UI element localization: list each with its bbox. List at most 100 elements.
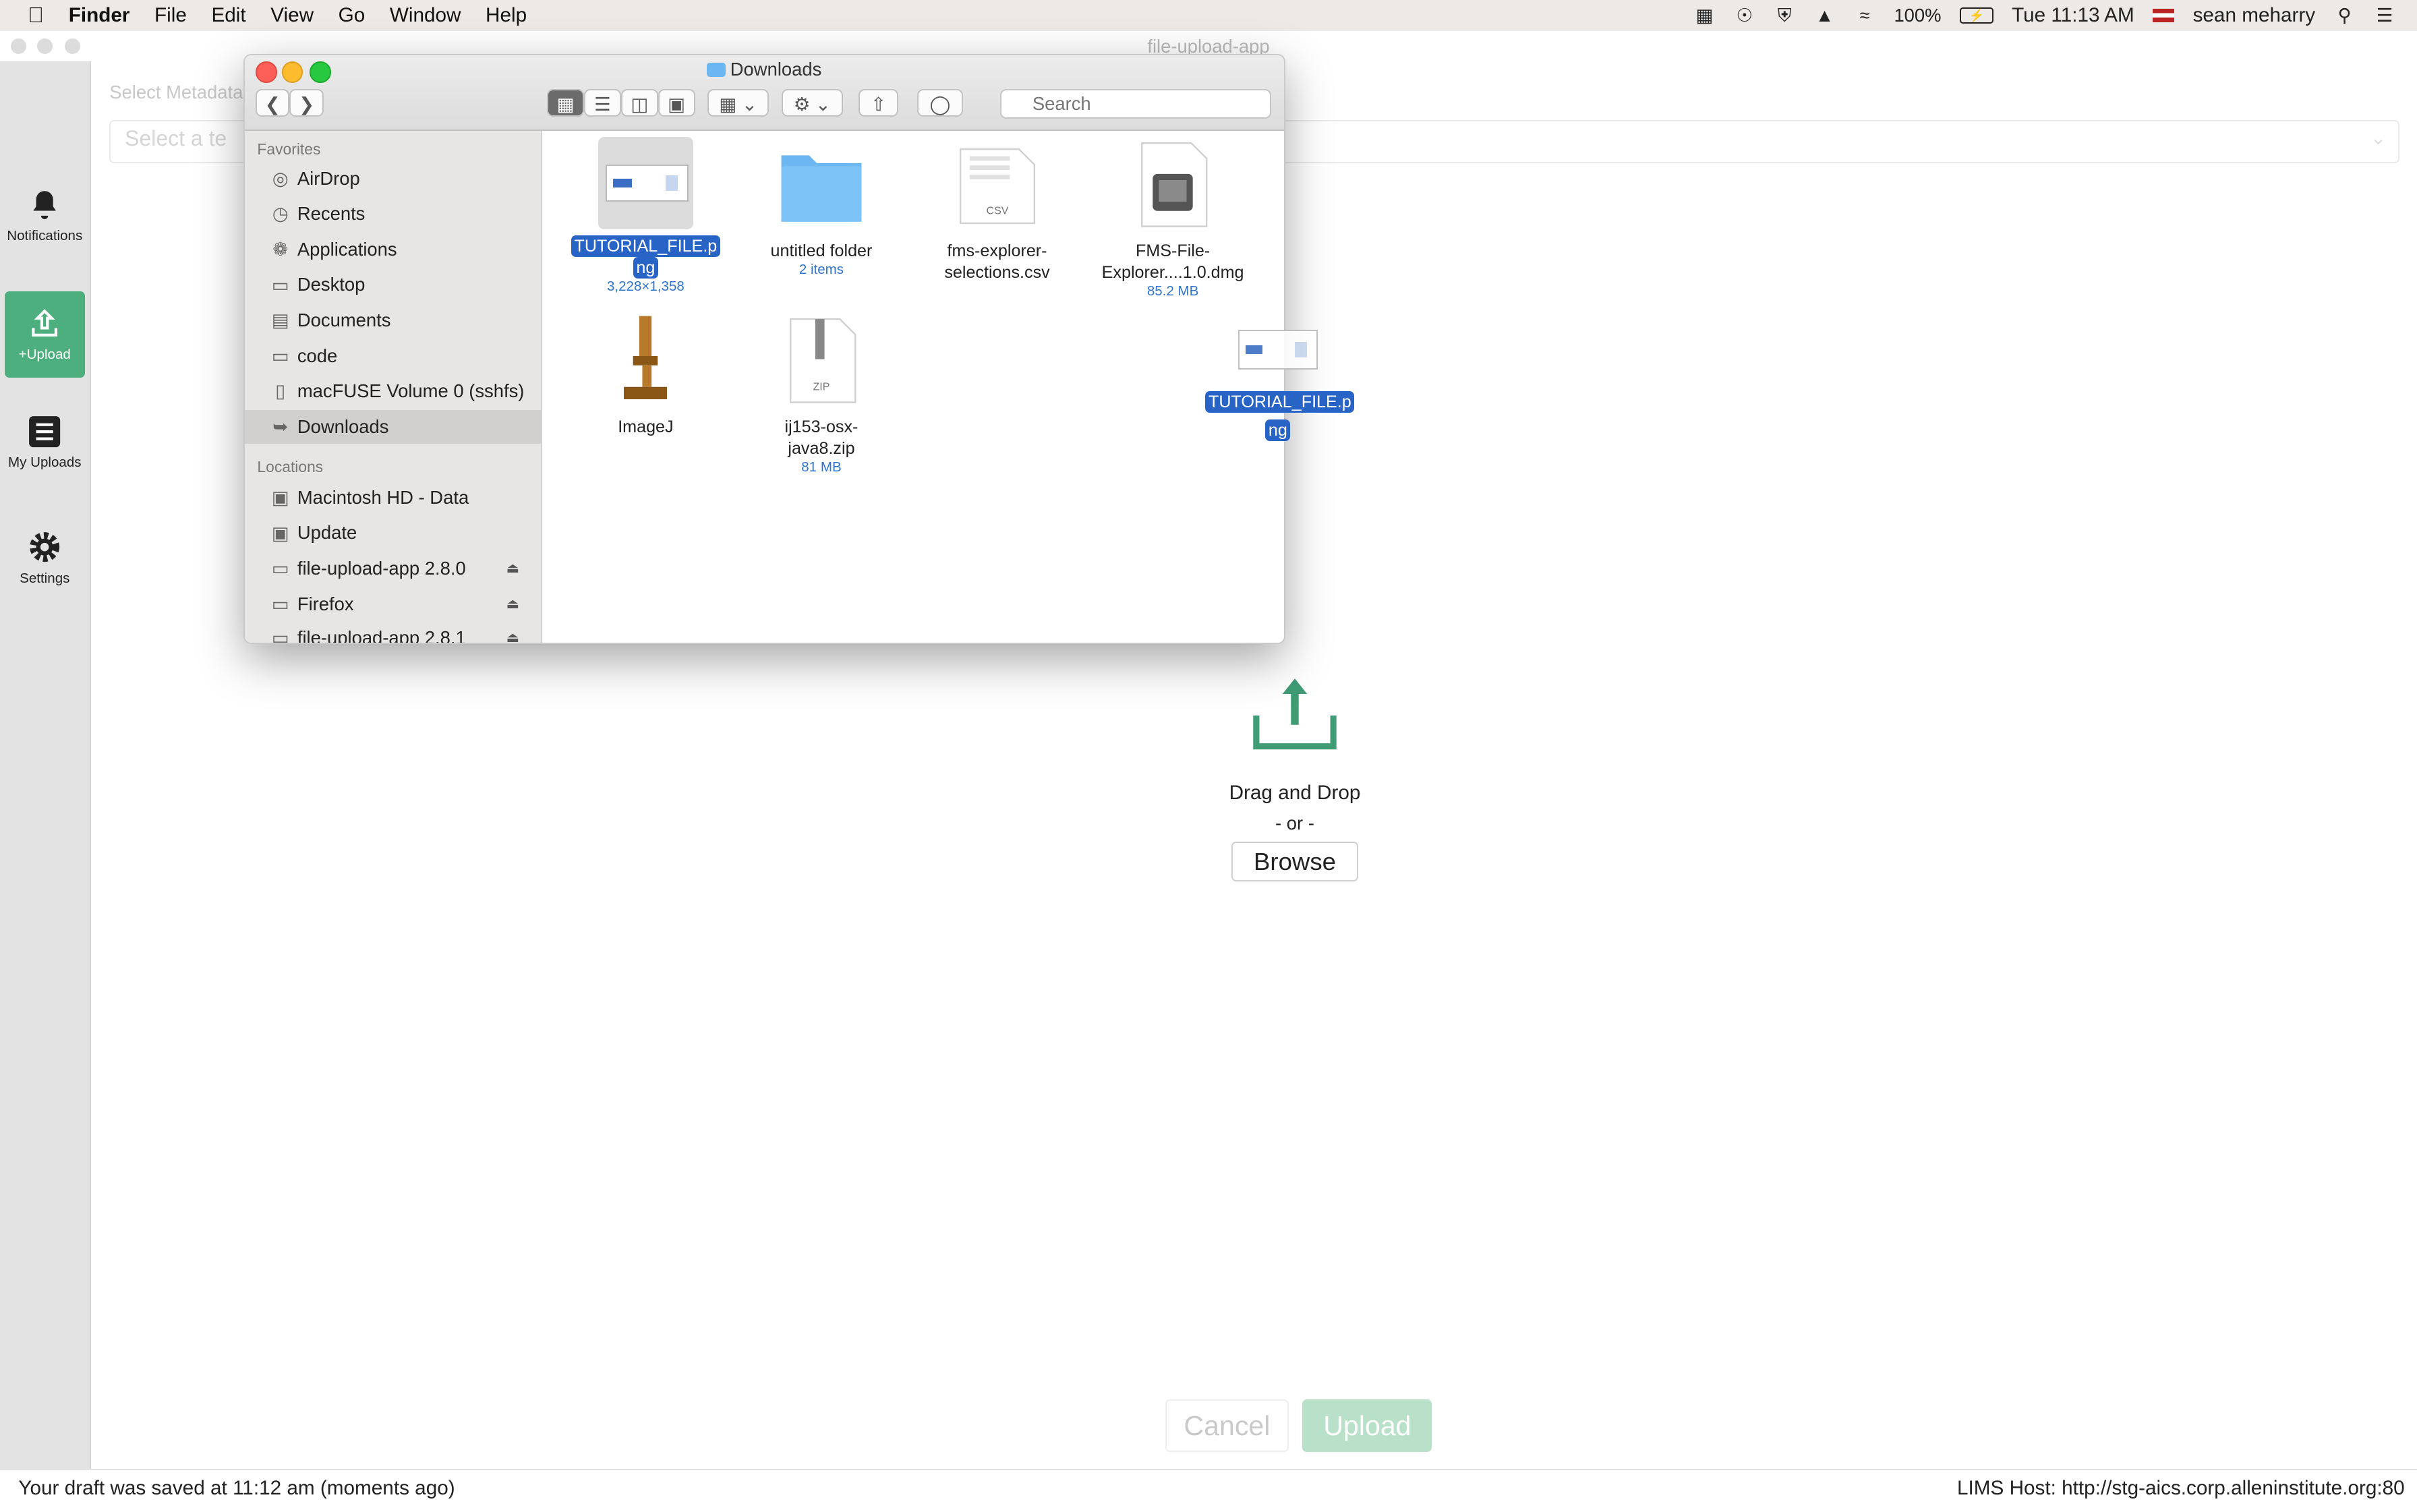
- sidebar-item-downloads[interactable]: ➥ Downloads: [245, 409, 541, 444]
- image-icon: [1237, 330, 1318, 370]
- nav-notifications-label: Notifications: [7, 228, 83, 244]
- menu-window[interactable]: Window: [390, 4, 461, 27]
- gear-icon: [30, 532, 60, 562]
- gallery-view-button[interactable]: ▣: [658, 89, 695, 117]
- sidebar-item-update[interactable]: ▣ Update: [245, 516, 541, 550]
- app-menu[interactable]: Finder: [69, 4, 130, 27]
- sync-icon[interactable]: ☉: [1734, 6, 1755, 24]
- browse-button[interactable]: Browse: [1231, 841, 1358, 882]
- sidebar-item-label: Documents: [297, 309, 391, 330]
- bell-icon: [33, 191, 57, 219]
- menu-view[interactable]: View: [270, 4, 314, 27]
- file-item-untitled-folder[interactable]: untitled folder 2 items: [736, 137, 906, 278]
- csv-badge: CSV: [986, 205, 1008, 216]
- sidebar-item-label: file-upload-app 2.8.0: [297, 557, 466, 579]
- app-minimize-dot[interactable]: [36, 38, 53, 54]
- share-icon: ⇧: [871, 94, 887, 115]
- document-icon: ▤: [271, 310, 289, 331]
- favorites-header: Favorites: [257, 140, 321, 158]
- file-grid: TUTORIAL_FILE.p ng 3,228×1,358 untitled …: [542, 130, 1284, 643]
- tags-button[interactable]: ◯: [916, 89, 964, 117]
- nav-upload[interactable]: +Upload: [4, 291, 85, 378]
- disk-icon: ▭: [271, 593, 289, 614]
- nav-notifications[interactable]: Notifications: [5, 173, 85, 259]
- app-zoom-dot[interactable]: [64, 38, 80, 54]
- sidebar-item-documents[interactable]: ▤ Documents: [245, 303, 541, 337]
- sidebar-item-desktop[interactable]: ▭ Desktop: [245, 268, 541, 301]
- upload-button[interactable]: Upload: [1302, 1399, 1432, 1453]
- file-name: FMS-File-: [1135, 241, 1211, 261]
- disk-icon: ▭: [271, 627, 289, 643]
- file-item-imagej[interactable]: ImageJ: [561, 313, 730, 438]
- spotlight-search-icon[interactable]: ⚲: [2334, 6, 2356, 24]
- file-item-zip[interactable]: ZIP ij153-osx- java8.zip 81 MB: [736, 313, 906, 475]
- list-view-button[interactable]: ☰: [583, 89, 621, 117]
- wifi-icon[interactable]: ≈: [1854, 6, 1875, 24]
- share-button[interactable]: ⇧: [858, 89, 899, 117]
- battery-icon[interactable]: ⚡: [1959, 7, 1993, 24]
- menu-help[interactable]: Help: [486, 4, 527, 27]
- sidebar-item-label: Recents: [297, 203, 366, 225]
- sidebar-item-label: Downloads: [297, 415, 389, 437]
- file-item-tutorial-png[interactable]: TUTORIAL_FILE.p ng 3,228×1,358: [561, 137, 730, 295]
- sidebar-item-airdrop[interactable]: ◎ AirDrop: [245, 162, 541, 196]
- sidebar-item-macintosh-hd[interactable]: ▣ Macintosh HD - Data: [245, 481, 541, 515]
- grid-icon: ▦: [556, 94, 575, 115]
- user-name[interactable]: sean meharry: [2193, 4, 2316, 27]
- column-view-button[interactable]: ◫: [620, 89, 658, 117]
- chevron-left-icon: ❮: [264, 94, 281, 115]
- eject-icon[interactable]: ⏏: [506, 621, 519, 643]
- file-name-line2: ng: [633, 257, 658, 279]
- eject-icon[interactable]: ⏏: [506, 587, 519, 621]
- app-close-dot[interactable]: [10, 38, 26, 54]
- sidebar-item-file-upload-app-280[interactable]: ▭ file-upload-app 2.8.0 ⏏: [245, 552, 541, 585]
- drive-icon[interactable]: ▲: [1814, 6, 1836, 24]
- sidebar-item-label: Update: [297, 522, 357, 544]
- applications-icon: ❁: [272, 238, 289, 260]
- folder-icon: ▭: [271, 345, 289, 366]
- file-name-line2: selections.csv: [944, 263, 1050, 283]
- menu-edit[interactable]: Edit: [211, 4, 245, 27]
- upload-icon: [32, 309, 58, 337]
- sidebar-item-recents[interactable]: ◷ Recents: [245, 197, 541, 231]
- flag-icon[interactable]: [2153, 8, 2175, 23]
- nav-my-uploads[interactable]: My Uploads: [5, 399, 85, 495]
- forward-button[interactable]: ❯: [289, 89, 324, 117]
- group-by-button[interactable]: ▦ ⌄: [707, 89, 769, 117]
- list-icon: ☰: [594, 94, 611, 115]
- file-meta: 2 items: [798, 262, 844, 278]
- png-thumbnail: [598, 137, 694, 230]
- apple-menu-icon[interactable]: : [28, 3, 44, 28]
- menu-file[interactable]: File: [154, 4, 187, 27]
- sidebar-item-code[interactable]: ▭ code: [245, 339, 541, 373]
- panels-icon[interactable]: ▦: [1693, 6, 1715, 24]
- clock[interactable]: Tue 11:13 AM: [2012, 4, 2134, 27]
- sidebar-item-macfuse[interactable]: ▯ macFUSE Volume 0 (sshfs): [245, 374, 541, 408]
- file-item-dmg[interactable]: FMS-File- Explorer....1.0.dmg 85.2 MB: [1088, 137, 1257, 299]
- control-center-icon[interactable]: ☰: [2374, 6, 2395, 24]
- cancel-button[interactable]: Cancel: [1165, 1399, 1289, 1453]
- file-item-csv[interactable]: CSV fms-explorer- selections.csv: [912, 137, 1082, 283]
- tag-icon: ◯: [929, 94, 951, 115]
- gear-dropdown-icon: ⚙ ⌄: [793, 94, 831, 115]
- nav-settings[interactable]: Settings: [5, 515, 85, 601]
- csv-file-icon: CSV: [959, 148, 1035, 225]
- sidebar-item-firefox[interactable]: ▭ Firefox ⏏: [245, 587, 541, 621]
- sidebar-item-label: file-upload-app 2.8.1: [297, 627, 466, 643]
- shield-icon[interactable]: ⛨: [1774, 6, 1795, 24]
- eject-icon[interactable]: ⏏: [506, 552, 519, 585]
- file-meta: 3,228×1,358: [606, 279, 685, 295]
- draft-saved-status: Your draft was saved at 11:12 am (moment…: [18, 1476, 455, 1499]
- airdrop-icon: ◎: [272, 167, 289, 189]
- back-button[interactable]: ❮: [256, 89, 290, 117]
- icon-view-button[interactable]: ▦: [547, 89, 584, 117]
- image-icon: [605, 165, 689, 202]
- battery-percent: 100%: [1894, 4, 1942, 26]
- gallery-icon: ▣: [668, 94, 686, 115]
- search-input[interactable]: [1000, 89, 1272, 119]
- finder-title: Downloads: [245, 59, 1284, 80]
- sidebar-item-file-upload-app-281[interactable]: ▭ file-upload-app 2.8.1 ⏏: [245, 621, 541, 643]
- menu-go[interactable]: Go: [339, 4, 366, 27]
- sidebar-item-applications[interactable]: ❁ Applications: [245, 233, 541, 266]
- action-button[interactable]: ⚙ ⌄: [781, 89, 843, 117]
